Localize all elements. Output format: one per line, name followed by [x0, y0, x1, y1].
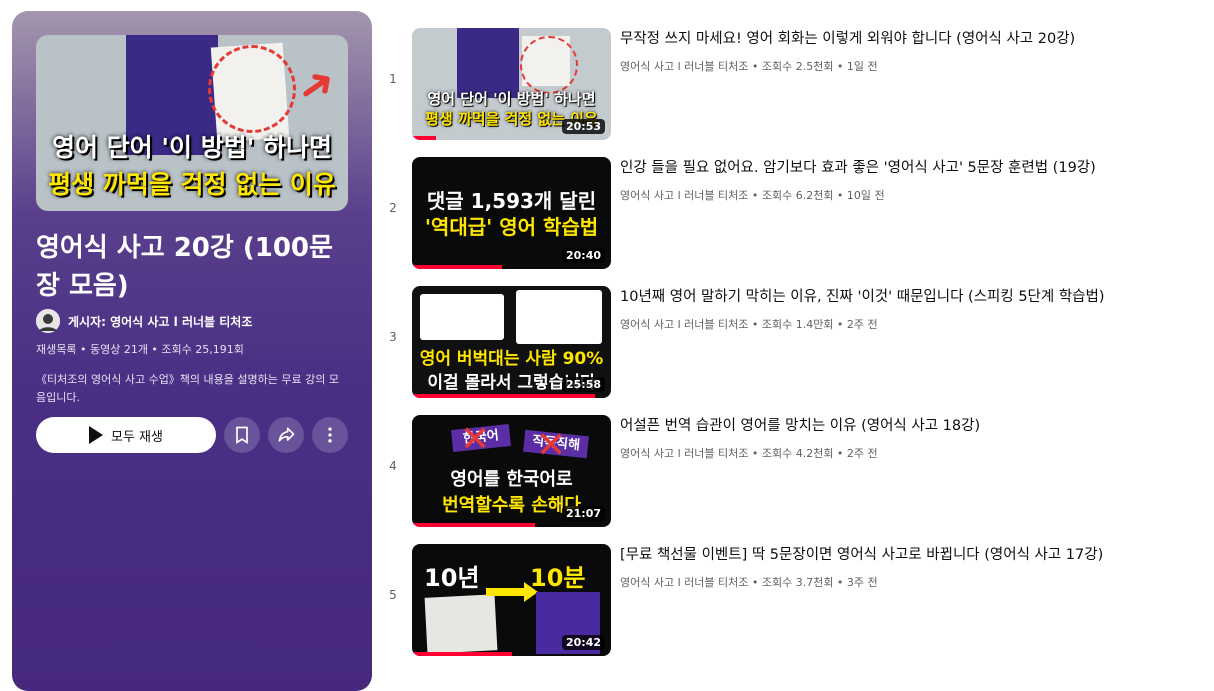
playlist-title: 영어식 사고 20강 (100문장 모음) — [36, 233, 333, 301]
video-duration: 20:53 — [561, 119, 605, 134]
thumbnail-caption-line1: 영어 버벅대는 사람 90% — [419, 349, 604, 369]
video-index: 4 — [389, 459, 397, 473]
video-index: 5 — [389, 588, 397, 602]
video-meta: 영어식 사고 l 러너블 티처조 • 조회수 2.5천회 • 1일 전 — [620, 60, 878, 73]
play-all-label: 모두 재생 — [111, 429, 163, 445]
video-meta: 영어식 사고 l 러너블 티처조 • 조회수 4.2천회 • 2주 전 — [620, 447, 878, 460]
screenshot-card-image — [420, 294, 504, 340]
highlight-circle — [520, 36, 578, 94]
video-index: 3 — [389, 330, 397, 344]
playlist-video-item[interactable]: 1 영어 단어 '이 방법' 하나면 평생 까먹을 걱정 없는 이유 20:53… — [385, 28, 1185, 144]
watch-progress-bar — [412, 265, 502, 269]
video-duration: 25:58 — [561, 377, 605, 392]
video-title[interactable]: 어설픈 번역 습관이 영어를 망치는 이유 (영어식 사고 18강) — [620, 415, 1180, 437]
video-duration: 21:07 — [561, 506, 605, 521]
thumbnail-caption-line1: 10년 — [424, 564, 480, 592]
share-icon — [278, 427, 295, 442]
watch-progress-bar — [412, 136, 436, 140]
watch-progress-bar — [412, 652, 512, 656]
more-vert-icon — [328, 427, 332, 443]
video-meta: 영어식 사고 l 러너블 티처조 • 조회수 3.7천회 • 3주 전 — [620, 576, 878, 589]
thumbnail-caption-line2: 10분 — [530, 564, 586, 592]
video-thumbnail[interactable]: 10년 10분 20:42 — [412, 544, 611, 656]
video-duration: 20:42 — [561, 635, 605, 650]
play-all-button[interactable]: 모두 재생 — [36, 417, 216, 453]
playlist-header-panel: ➜ 영어 단어 '이 방법' 하나면 평생 까먹을 걱정 없는 이유 영어식 사… — [12, 11, 372, 691]
playlist-video-item[interactable]: 4 한국어 직독직해 ✕ ✕ 영어를 한국어로 번역할수록 손해다 21:07 … — [385, 415, 1185, 531]
owner-label[interactable]: 게시자: 영어식 사고 l 러너블 티처조 — [68, 313, 252, 330]
video-meta: 영어식 사고 l 러너블 티처조 • 조회수 6.2천회 • 10일 전 — [620, 189, 885, 202]
video-title[interactable]: [무료 책선물 이벤트] 딱 5문장이면 영어식 사고로 바뀝니다 (영어식 사… — [620, 544, 1180, 566]
video-index: 1 — [389, 72, 397, 86]
playlist-description: 《티처조의 영어식 사고 수업》책의 내용을 설명하는 무료 강의 모음입니다. — [36, 373, 339, 404]
video-duration: 20:40 — [561, 248, 605, 263]
thumbnail-caption-line1: 영어를 한국어로 — [450, 469, 573, 490]
arrow-icon — [486, 588, 526, 596]
watch-progress-bar — [412, 394, 596, 398]
watch-progress-bar — [412, 523, 536, 527]
share-button[interactable] — [268, 417, 304, 453]
screenshot-card-image — [516, 290, 602, 344]
video-title[interactable]: 무작정 쓰지 마세요! 영어 회화는 이렇게 외워야 합니다 (영어식 사고 2… — [620, 28, 1180, 50]
thumbnail-caption-line1: 영어 단어 '이 방법' 하나면 — [427, 90, 596, 108]
thumbnail-caption-line2: 평생 까먹을 걱정 없는 이유 — [48, 170, 336, 199]
video-index: 2 — [389, 201, 397, 215]
video-thumbnail[interactable]: 영어 버벅대는 사람 90% 이걸 몰라서 그렇습니다 25:58 — [412, 286, 611, 398]
video-title[interactable]: 10년째 영어 말하기 막히는 이유, 진짜 '이것' 때문입니다 (스피킹 5… — [620, 286, 1180, 308]
person-icon — [36, 309, 60, 333]
playlist-stats: 재생목록 • 동영상 21개 • 조회수 25,191회 — [36, 343, 244, 356]
playlist-thumbnail[interactable]: ➜ 영어 단어 '이 방법' 하나면 평생 까먹을 걱정 없는 이유 — [36, 35, 348, 211]
video-thumbnail[interactable]: 영어 단어 '이 방법' 하나면 평생 까먹을 걱정 없는 이유 20:53 — [412, 28, 611, 140]
arrow-icon: ➜ — [286, 54, 347, 117]
video-meta: 영어식 사고 l 러너블 티처조 • 조회수 1.4만회 • 2주 전 — [620, 318, 878, 331]
video-thumbnail[interactable]: 댓글 1,593개 달린 '역대급' 영어 학습법 20:40 — [412, 157, 611, 269]
playlist-owner[interactable]: 게시자: 영어식 사고 l 러너블 티처조 — [36, 309, 252, 333]
video-title[interactable]: 인강 들을 필요 없어요. 암기보다 효과 좋은 '영어식 사고' 5문장 훈련… — [620, 157, 1180, 179]
thumbnail-caption-line1: 댓글 1,593개 달린 — [426, 189, 597, 213]
thumbnail-caption-line1: 영어 단어 '이 방법' 하나면 — [51, 133, 333, 162]
note-paper-image — [424, 594, 498, 654]
cross-out-icon: ✕ — [460, 419, 491, 460]
thumbnail-caption-line2: '역대급' 영어 학습법 — [424, 215, 599, 239]
video-thumbnail[interactable]: 한국어 직독직해 ✕ ✕ 영어를 한국어로 번역할수록 손해다 21:07 — [412, 415, 611, 527]
save-playlist-button[interactable] — [224, 417, 260, 453]
highlight-circle — [208, 45, 296, 133]
playlist-video-item[interactable]: 2 댓글 1,593개 달린 '역대급' 영어 학습법 20:40 인강 들을 … — [385, 157, 1185, 273]
bookmark-icon — [236, 426, 248, 445]
avatar[interactable] — [36, 309, 60, 333]
playlist-video-item[interactable]: 3 영어 버벅대는 사람 90% 이걸 몰라서 그렇습니다 25:58 10년째… — [385, 286, 1185, 402]
more-actions-button[interactable] — [312, 417, 348, 453]
play-icon — [89, 426, 103, 444]
cross-out-icon: ✕ — [536, 425, 567, 466]
playlist-video-item[interactable]: 5 10년 10분 20:42 [무료 책선물 이벤트] 딱 5문장이면 영어식… — [385, 544, 1185, 660]
